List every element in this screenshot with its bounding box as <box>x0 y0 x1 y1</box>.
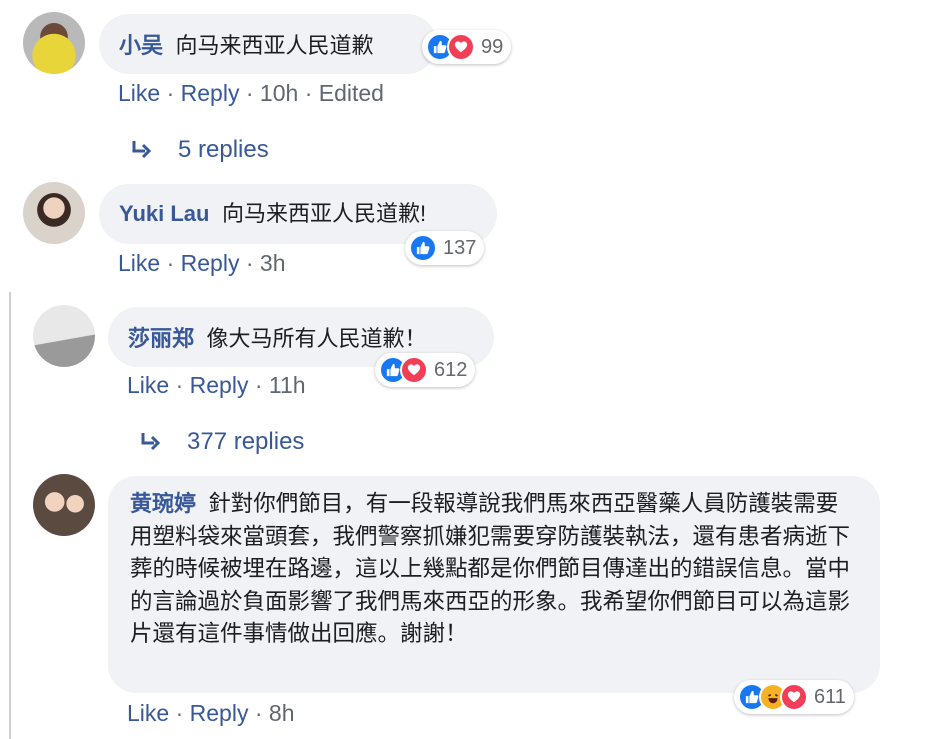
separator: · <box>245 80 254 106</box>
comment-author[interactable]: Yuki Lau <box>119 201 209 226</box>
like-reaction-icon <box>409 234 437 262</box>
timestamp[interactable]: 3h <box>260 250 286 276</box>
timestamp[interactable]: 8h <box>269 700 295 726</box>
avatar[interactable] <box>23 12 85 74</box>
reaction-count: 137 <box>443 236 477 259</box>
timestamp[interactable]: 10h <box>260 80 298 106</box>
separator: · <box>175 372 184 398</box>
reaction-summary[interactable]: 611 <box>734 680 854 714</box>
reaction-summary[interactable]: 137 <box>405 231 485 265</box>
avatar[interactable] <box>33 305 95 367</box>
edited-label[interactable]: Edited <box>319 80 384 106</box>
comment-text: 像大马所有人民道歉！ <box>206 326 427 351</box>
comment-actions: Like · Reply · 8h <box>127 700 295 727</box>
view-replies-link[interactable]: 377 replies <box>139 428 304 456</box>
love-reaction-icon <box>780 683 808 711</box>
love-reaction-icon <box>400 356 428 384</box>
like-link[interactable]: Like <box>127 700 169 726</box>
replies-count-label: 377 replies <box>187 428 305 455</box>
separator: · <box>304 80 313 106</box>
reaction-summary[interactable]: 612 <box>375 353 476 387</box>
separator: · <box>254 700 263 726</box>
like-link[interactable]: Like <box>127 372 169 398</box>
reply-arrow-icon <box>132 141 152 159</box>
separator: · <box>175 700 184 726</box>
avatar[interactable] <box>23 182 85 244</box>
avatar[interactable] <box>33 474 95 536</box>
reply-arrow-icon <box>141 433 161 451</box>
like-link[interactable]: Like <box>118 250 160 276</box>
separator: · <box>254 372 263 398</box>
comment-text: 針對你們節目，有一段報導說我們馬來西亞醫藥人員防護裝需要用塑料袋來當頭套，我們警… <box>130 491 851 646</box>
reply-link[interactable]: Reply <box>190 372 249 398</box>
view-replies-link[interactable]: 5 replies <box>130 136 269 164</box>
replies-count-label: 5 replies <box>178 136 269 163</box>
comment-actions: Like · Reply · 11h <box>127 372 306 399</box>
reply-link[interactable]: Reply <box>181 80 240 106</box>
timestamp[interactable]: 11h <box>269 372 306 398</box>
like-link[interactable]: Like <box>118 80 160 106</box>
thread-line <box>9 292 11 739</box>
love-reaction-icon <box>447 33 475 61</box>
comment-author[interactable]: 黄琬婷 <box>130 491 196 516</box>
reaction-summary[interactable]: 99 <box>422 30 512 64</box>
reply-link[interactable]: Reply <box>181 250 240 276</box>
separator: · <box>166 80 175 106</box>
reply-link[interactable]: Reply <box>190 700 249 726</box>
comment-actions: Like · Reply · 3h <box>118 250 286 277</box>
comment-bubble: 小吴 向马来西亚人民道歉 <box>99 14 437 74</box>
reaction-count: 99 <box>481 35 504 58</box>
comment-author[interactable]: 莎丽郑 <box>128 326 194 351</box>
reaction-count: 611 <box>814 685 846 708</box>
comment-text: 向马来西亚人民道歉 <box>175 33 374 58</box>
comment-bubble: 黄琬婷 針對你們節目，有一段報導說我們馬來西亞醫藥人員防護裝需要用塑料袋來當頭套… <box>108 476 880 693</box>
separator: · <box>245 250 254 276</box>
comment-actions: Like · Reply · 10h · Edited <box>118 80 384 107</box>
comment-text: 向马来西亚人民道歉! <box>221 201 427 226</box>
comment-author[interactable]: 小吴 <box>119 33 163 58</box>
reaction-count: 612 <box>434 358 468 381</box>
separator: · <box>166 250 175 276</box>
